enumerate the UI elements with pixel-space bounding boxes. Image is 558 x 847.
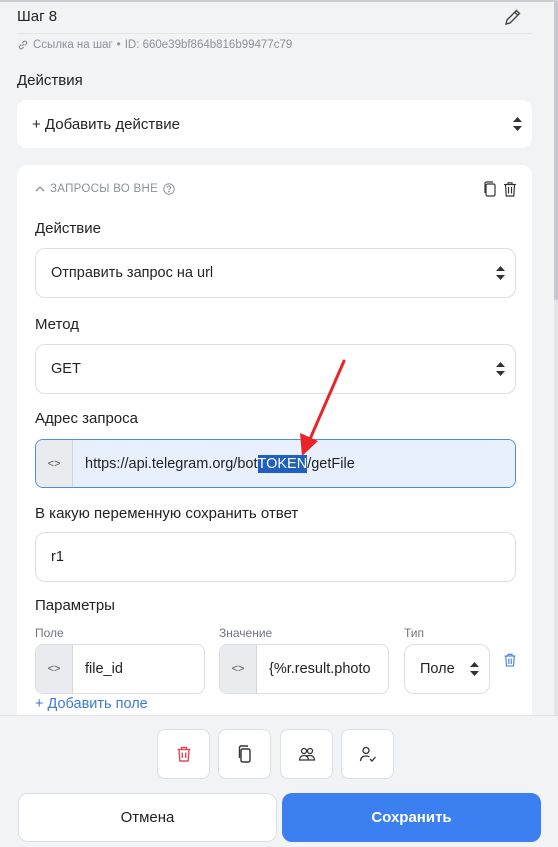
card-header-title: ЗАПРОСЫ ВО ВНЕ (50, 183, 159, 195)
step-meta: Ссылка на шаг • ID: 660e39bf864b816b9947… (17, 39, 292, 51)
trash-icon (177, 746, 190, 762)
external-request-card: ЗАПРОСЫ ВО ВНЕ Действие Отправить запрос… (17, 165, 532, 725)
action-label: Действие (35, 220, 101, 237)
param-field-value: file_id (85, 661, 123, 677)
param-value-value: {%r.result.photo (269, 661, 371, 677)
url-label: Адрес запроса (35, 410, 138, 427)
param-field-input[interactable]: <> file_id (35, 644, 205, 694)
action-select-value: Отправить запрос на url (51, 265, 214, 281)
code-icon[interactable]: <> (36, 645, 73, 693)
param-type-col-label: Тип (404, 626, 425, 640)
step-title: Шаг 8 (17, 8, 58, 25)
copy-icon (238, 745, 251, 763)
params-label: Параметры (35, 597, 115, 614)
chevron-up-icon (35, 186, 45, 192)
group-button[interactable] (280, 729, 333, 779)
link-icon (18, 40, 28, 50)
code-icon[interactable]: <> (220, 645, 257, 693)
trash-icon[interactable] (504, 653, 516, 667)
assign-user-button[interactable] (341, 729, 394, 779)
scrollbar-thumb[interactable] (554, 0, 558, 300)
param-value-input[interactable]: <> {%r.result.photo (219, 644, 389, 694)
param-field-col-label: Поле (35, 626, 64, 640)
pencil-icon[interactable] (503, 7, 523, 27)
method-select[interactable]: GET (35, 344, 516, 394)
trash-icon[interactable] (503, 181, 517, 197)
url-input[interactable]: https://api.telegram.org/bot TOKEN/getFil… (73, 440, 515, 487)
action-select[interactable]: Отправить запрос на url (35, 248, 516, 298)
url-field[interactable]: <> https://api.telegram.org/bot TOKEN/get… (35, 439, 516, 488)
method-label: Метод (35, 316, 79, 333)
url-prefix: https://api.telegram.org/bot (85, 455, 258, 472)
add-action-label: + Добавить действие (32, 115, 180, 133)
step-id: ID: 660e39bf864b816b99477c79 (124, 39, 293, 51)
select-arrows-icon (513, 117, 522, 131)
save-var-input[interactable]: r1 (35, 532, 516, 582)
users-icon (298, 747, 315, 761)
top-border (0, 0, 558, 2)
url-selected-text: TOKEN (257, 454, 308, 473)
select-arrows-icon (470, 662, 479, 676)
help-icon[interactable] (163, 183, 175, 195)
user-check-icon (359, 746, 376, 762)
meta-separator: • (116, 39, 121, 51)
code-icon[interactable]: <> (36, 440, 73, 487)
param-value-col-label: Значение (219, 626, 273, 640)
copy-step-button[interactable] (218, 729, 271, 779)
save-var-label: В какую переменную сохранить ответ (35, 505, 299, 522)
save-var-value: r1 (51, 549, 64, 565)
scrollbar-track[interactable] (554, 0, 558, 715)
param-type-value: Поле (420, 661, 455, 677)
select-arrows-icon (496, 362, 505, 376)
param-type-select[interactable]: Поле (404, 644, 490, 694)
save-button[interactable]: Сохранить (282, 793, 541, 842)
step-link[interactable]: Ссылка на шаг (33, 39, 113, 51)
card-header[interactable]: ЗАПРОСЫ ВО ВНЕ (35, 183, 175, 195)
add-action-select[interactable]: + Добавить действие (17, 100, 532, 148)
method-select-value: GET (51, 361, 81, 377)
copy-icon[interactable] (483, 181, 497, 197)
select-arrows-icon (496, 266, 505, 280)
add-field-link[interactable]: + Добавить поле (35, 696, 148, 712)
delete-step-button[interactable] (157, 729, 210, 779)
header-divider (17, 33, 532, 34)
actions-label: Действия (17, 72, 83, 89)
cancel-button[interactable]: Отмена (18, 793, 277, 842)
url-suffix: /getFile (307, 455, 355, 472)
